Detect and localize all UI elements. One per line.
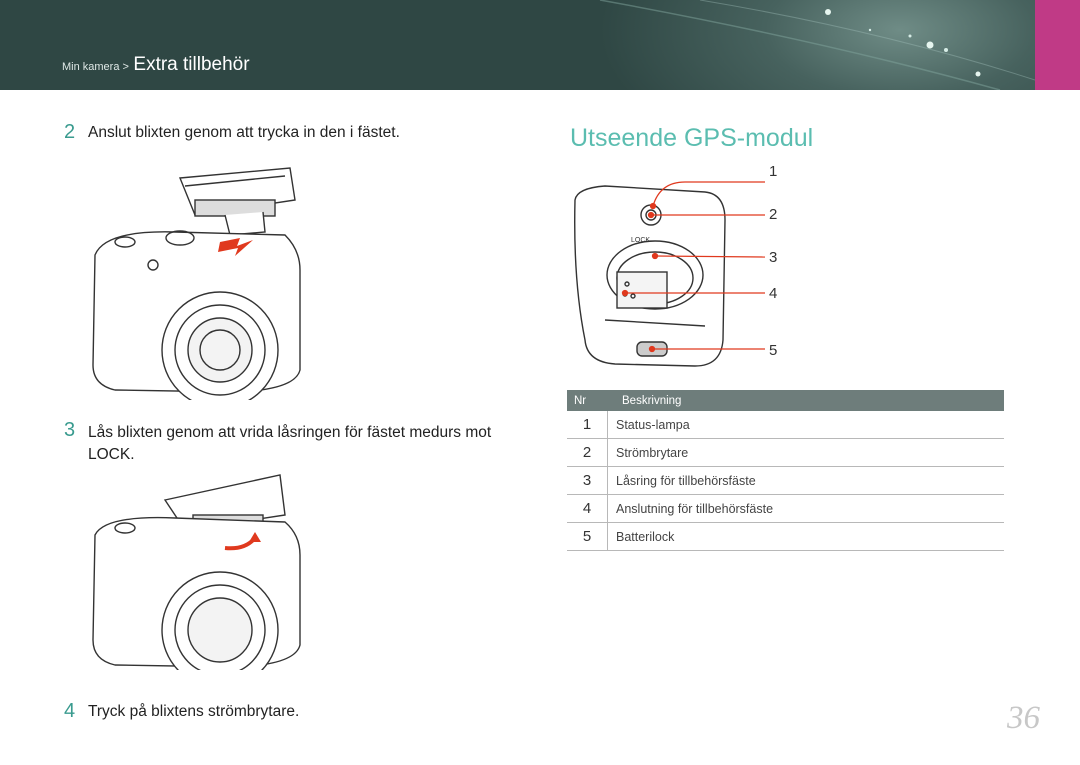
gps-module-illustration: LOCK: [574, 181, 766, 367]
callout-2: 2: [769, 206, 778, 223]
row-number: 4: [567, 495, 608, 522]
row-description: Låsring för tillbehörsfäste: [616, 473, 756, 488]
header-decoration: [599, 0, 1035, 90]
table-row: 3 Låsring för tillbehörsfäste: [567, 467, 1004, 495]
callout-4: 4: [769, 285, 778, 302]
row-description: Anslutning för tillbehörsfäste: [616, 501, 774, 516]
breadcrumb: Min kamera > Extra tillbehör: [62, 54, 250, 76]
step-text: Lås blixten genom att vrida låsringen fö…: [88, 424, 492, 463]
table-row: 4 Anslutning för tillbehörsfäste: [567, 495, 1004, 523]
camera-flash-attach-illustration: [92, 167, 301, 400]
step-4: 4 Tryck på blixtens strömbrytare.: [64, 700, 300, 722]
header-banner: Min kamera > Extra tillbehör: [0, 0, 1035, 90]
callout-1: 1: [769, 163, 778, 180]
row-description: Strömbrytare: [616, 445, 689, 460]
camera-lock-illustration: [92, 474, 301, 670]
step-number: 2: [64, 121, 76, 143]
callout-3: 3: [769, 249, 778, 266]
step-text: Anslut blixten genom att trycka in den i…: [88, 124, 400, 141]
callout-5: 5: [769, 342, 778, 359]
step-3: 3 Lås blixten genom att vrida låsringen …: [64, 419, 518, 466]
header-nr: Nr: [574, 394, 587, 407]
lock-label: LOCK: [631, 237, 650, 244]
row-description: Status-lampa: [616, 417, 690, 432]
header-description: Beskrivning: [622, 394, 682, 407]
row-number: 5: [567, 523, 608, 550]
row-description: Batterilock: [616, 529, 675, 544]
table-row: 1 Status-lampa: [567, 411, 1004, 439]
section-title: Utseende GPS-modul: [570, 124, 814, 152]
table-row: 5 Batterilock: [567, 523, 1004, 551]
step-number: 3: [64, 419, 76, 441]
page-number: 36: [1007, 700, 1040, 736]
step-number: 4: [64, 700, 76, 722]
row-number: 1: [567, 411, 608, 438]
table-header: Nr Beskrivning: [567, 390, 1004, 411]
accent-tab: [1035, 0, 1080, 90]
parts-table: Nr Beskrivning 1 Status-lampa 2 Strömbry…: [567, 390, 1004, 551]
row-number: 2: [567, 439, 608, 466]
breadcrumb-title: Extra tillbehör: [133, 54, 250, 75]
row-number: 3: [567, 467, 608, 494]
table-row: 2 Strömbrytare: [567, 439, 1004, 467]
step-2: 2 Anslut blixten genom att trycka in den…: [64, 121, 400, 143]
step-text: Tryck på blixtens strömbrytare.: [88, 703, 300, 720]
breadcrumb-prefix[interactable]: Min kamera >: [62, 61, 129, 73]
